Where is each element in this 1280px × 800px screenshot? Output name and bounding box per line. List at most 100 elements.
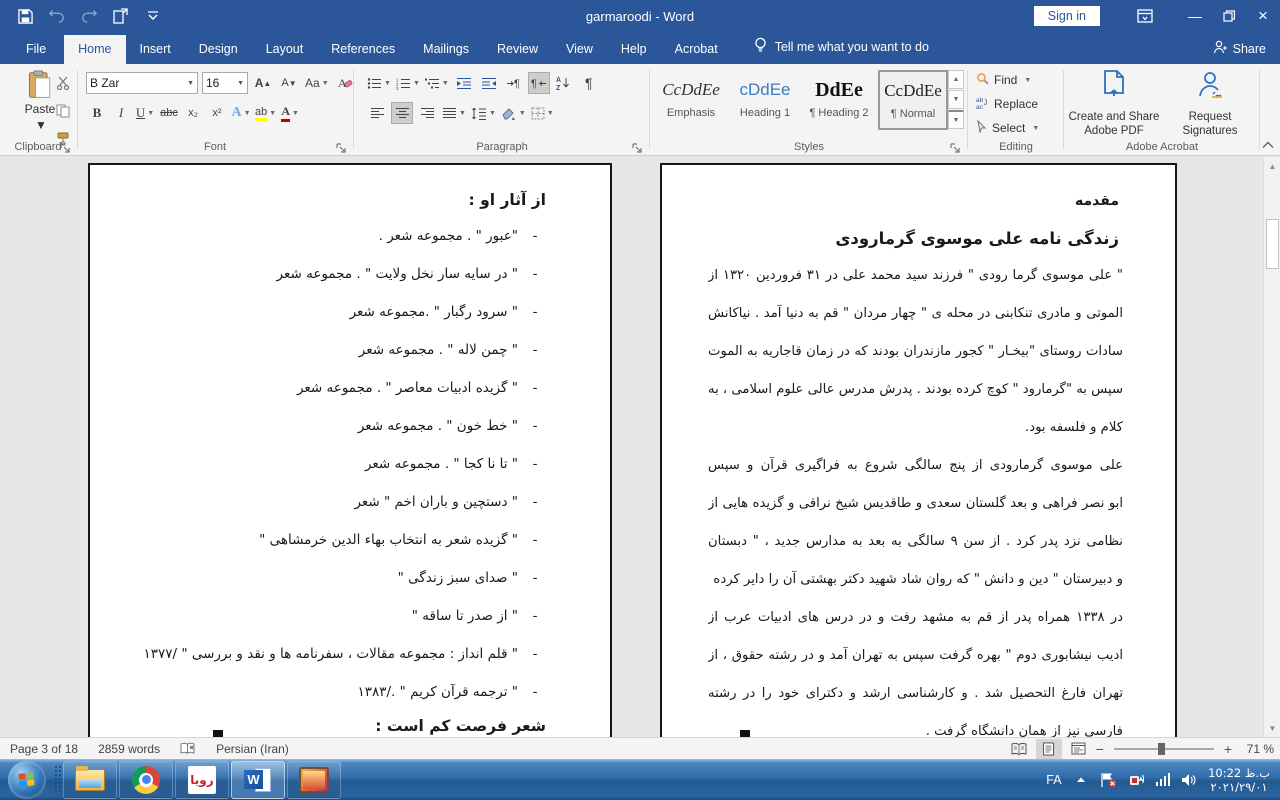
taskbar-chrome-button[interactable]	[119, 761, 173, 799]
line-spacing-button[interactable]: ▼	[470, 102, 497, 124]
document-page-right[interactable]: مقدمه زندگی نامه علی موسوی گرمارودی " عل…	[660, 163, 1177, 737]
decrease-indent-button[interactable]	[453, 72, 475, 94]
power-plug-icon[interactable]	[1128, 771, 1146, 789]
redo-icon[interactable]	[80, 7, 98, 25]
ltr-direction-button[interactable]: ¶	[503, 72, 525, 94]
rtl-direction-button[interactable]: ¶	[528, 72, 550, 94]
proofing-status[interactable]	[170, 742, 206, 755]
align-left-button[interactable]	[366, 102, 388, 124]
read-mode-button[interactable]	[1006, 739, 1032, 759]
bullets-button[interactable]: ▼	[366, 72, 392, 94]
cut-icon[interactable]	[52, 72, 74, 94]
change-case-button[interactable]: Aa▼	[304, 72, 330, 94]
styles-gallery-expand-icon[interactable]: ▼	[948, 110, 964, 129]
styles-scroll-up-icon[interactable]: ▲	[948, 70, 964, 89]
tab-design[interactable]: Design	[185, 35, 252, 64]
justify-button[interactable]: ▼	[441, 102, 467, 124]
replace-button[interactable]: abac Replace	[976, 96, 1038, 112]
grow-font-button[interactable]: A▲	[252, 72, 274, 94]
increase-indent-button[interactable]	[478, 72, 500, 94]
tab-insert[interactable]: Insert	[126, 35, 185, 64]
vertical-scrollbar[interactable]: ▲ ▼	[1263, 157, 1280, 737]
bold-button[interactable]: B	[86, 102, 108, 124]
align-center-button[interactable]	[391, 102, 413, 124]
web-layout-button[interactable]	[1066, 739, 1092, 759]
scroll-down-icon[interactable]: ▼	[1265, 720, 1280, 736]
scrollbar-thumb[interactable]	[1266, 219, 1279, 269]
start-button[interactable]	[8, 761, 46, 799]
tab-acrobat[interactable]: Acrobat	[661, 35, 732, 64]
ribbon-display-options-icon[interactable]	[1128, 0, 1162, 32]
taskbar-clock[interactable]: ب.ظ 10:22 ۲۰۲۱/۲۹/۰۱	[1208, 766, 1270, 794]
tell-me-box[interactable]: Tell me what you want to do	[732, 37, 929, 64]
page-number-indicator[interactable]: Page 3 of 18	[0, 742, 88, 756]
sign-in-button[interactable]: Sign in	[1034, 6, 1100, 26]
shrink-font-button[interactable]: A▼	[278, 72, 300, 94]
show-hidden-icons[interactable]	[1072, 771, 1090, 789]
tab-home[interactable]: Home	[64, 35, 125, 64]
strikethrough-button[interactable]: abc	[158, 102, 180, 124]
superscript-button[interactable]: x²	[206, 102, 228, 124]
taskbar-media-button[interactable]	[287, 761, 341, 799]
zoom-in-button[interactable]: +	[1224, 741, 1232, 757]
tab-mailings[interactable]: Mailings	[409, 35, 483, 64]
restore-button[interactable]	[1212, 0, 1246, 32]
multilevel-list-button[interactable]: ▼	[424, 72, 450, 94]
font-name-combobox[interactable]: B Zar▼	[86, 72, 198, 94]
copy-icon[interactable]	[52, 100, 74, 122]
touch-mouse-mode-icon[interactable]	[112, 7, 130, 25]
customize-qat-icon[interactable]	[144, 7, 162, 25]
word-count-indicator[interactable]: 2859 words	[88, 742, 170, 756]
styles-scroll-down-icon[interactable]: ▼	[948, 90, 964, 109]
align-right-button[interactable]	[416, 102, 438, 124]
font-color-button[interactable]: A▼	[279, 102, 301, 124]
tab-help[interactable]: Help	[607, 35, 661, 64]
sort-button[interactable]: AZ	[553, 72, 575, 94]
subscript-button[interactable]: x₂	[182, 102, 204, 124]
language-indicator[interactable]: Persian (Iran)	[206, 742, 299, 756]
clipboard-dialog-launcher-icon[interactable]	[60, 140, 72, 152]
paragraph-dialog-launcher-icon[interactable]	[632, 140, 644, 152]
select-button[interactable]: Select▼	[976, 120, 1039, 136]
underline-button[interactable]: U▼	[134, 102, 156, 124]
taskbar-explorer-button[interactable]	[63, 761, 117, 799]
taskbar-word-button[interactable]: W	[231, 761, 285, 799]
numbering-button[interactable]: 123▼	[395, 72, 421, 94]
tab-file[interactable]: File	[8, 35, 64, 64]
collapse-ribbon-icon[interactable]	[1262, 141, 1274, 151]
italic-button[interactable]: I	[110, 102, 132, 124]
zoom-slider-thumb[interactable]	[1158, 743, 1165, 755]
highlight-color-button[interactable]: ab▼	[254, 102, 277, 124]
tab-view[interactable]: View	[552, 35, 607, 64]
style-heading-1[interactable]: cDdEe Heading 1	[730, 70, 800, 130]
language-bar[interactable]: FA	[1046, 773, 1061, 787]
styles-dialog-launcher-icon[interactable]	[950, 140, 962, 152]
clear-formatting-button[interactable]: A	[334, 72, 356, 94]
tab-references[interactable]: References	[317, 35, 409, 64]
request-signatures-button[interactable]: Request Signatures	[1164, 70, 1256, 138]
zoom-out-button[interactable]: −	[1096, 741, 1104, 757]
close-button[interactable]: ×	[1246, 0, 1280, 32]
font-dialog-launcher-icon[interactable]	[336, 140, 348, 152]
minimize-button[interactable]: —	[1178, 0, 1212, 32]
borders-button[interactable]: ▼	[530, 102, 555, 124]
speaker-icon[interactable]	[1180, 771, 1198, 789]
style-normal[interactable]: CcDdEe ¶ Normal	[878, 70, 948, 130]
font-size-combobox[interactable]: 16▼	[202, 72, 248, 94]
save-icon[interactable]	[16, 7, 34, 25]
share-button[interactable]: Share	[1213, 40, 1266, 57]
style-emphasis[interactable]: CcDdEe Emphasis	[656, 70, 726, 130]
zoom-percentage[interactable]: 71 %	[1236, 742, 1274, 756]
tab-review[interactable]: Review	[483, 35, 552, 64]
undo-icon[interactable]	[48, 7, 66, 25]
tab-layout[interactable]: Layout	[252, 35, 318, 64]
document-page-left[interactable]: از آثار او : -"عبور " . مجموعه شعر . -" …	[88, 163, 612, 737]
scroll-up-icon[interactable]: ▲	[1265, 158, 1280, 174]
text-effects-button[interactable]: A▼	[230, 102, 252, 124]
action-center-flag-icon[interactable]	[1100, 771, 1118, 789]
style-heading-2[interactable]: DdEe ¶ Heading 2	[804, 70, 874, 130]
create-share-pdf-button[interactable]: Create and Share Adobe PDF	[1068, 70, 1160, 138]
find-button[interactable]: Find▼	[976, 72, 1031, 88]
network-signal-icon[interactable]	[1156, 773, 1171, 786]
zoom-slider[interactable]	[1114, 748, 1214, 750]
